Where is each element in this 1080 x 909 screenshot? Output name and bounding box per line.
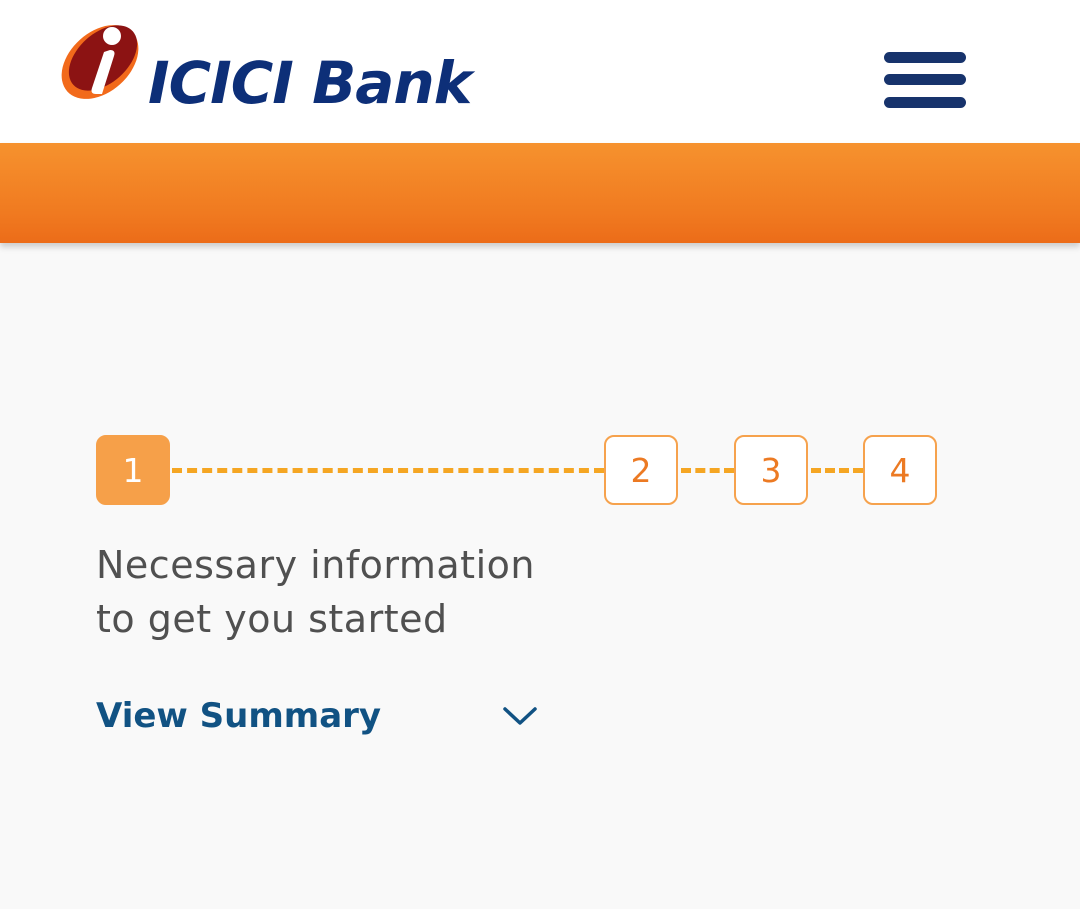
orange-banner-bar bbox=[0, 143, 1080, 243]
menu-line bbox=[884, 52, 966, 63]
menu-line bbox=[884, 74, 966, 85]
hamburger-menu-button[interactable] bbox=[884, 52, 966, 110]
step-connector bbox=[811, 468, 863, 473]
step-2[interactable]: 2 bbox=[604, 435, 678, 505]
icici-bank-logo[interactable]: ICICI Bank bbox=[50, 10, 590, 120]
step-1[interactable]: 1 bbox=[96, 435, 170, 505]
step-3[interactable]: 3 bbox=[734, 435, 808, 505]
menu-line bbox=[884, 97, 966, 108]
icici-i-mark-icon bbox=[61, 25, 139, 99]
step-description: Necessary information to get you started bbox=[96, 538, 656, 646]
step-description-line: Necessary information bbox=[96, 543, 535, 587]
step-connector bbox=[681, 468, 734, 473]
chevron-down-icon bbox=[503, 707, 537, 725]
logo-wordmark: ICICI Bank bbox=[148, 49, 472, 117]
step-4[interactable]: 4 bbox=[863, 435, 937, 505]
step-description-line: to get you started bbox=[96, 597, 448, 641]
progress-stepper: 1 2 3 4 bbox=[96, 435, 940, 507]
view-summary-toggle[interactable]: View Summary bbox=[96, 690, 541, 744]
step-connector bbox=[172, 468, 604, 473]
view-summary-label: View Summary bbox=[96, 696, 382, 736]
app-header: ICICI Bank bbox=[0, 0, 1080, 143]
